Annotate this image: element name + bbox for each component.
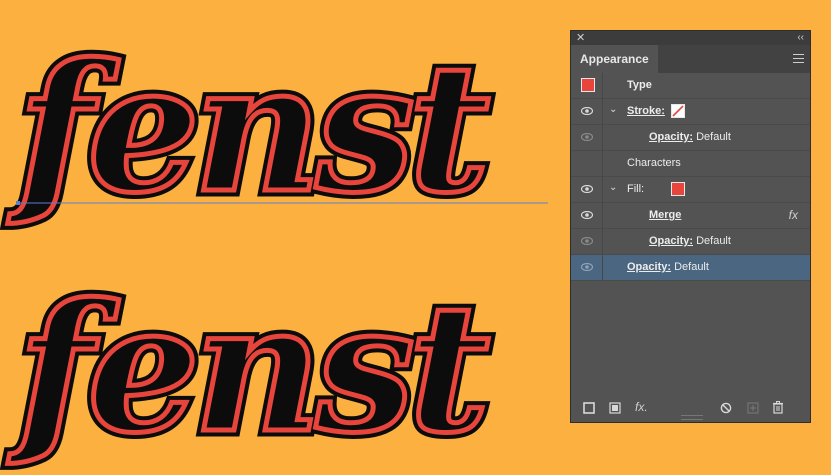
panel-title-bar[interactable]: ✕ ‹‹: [571, 31, 810, 45]
fill-opacity-field: Opacity: Default: [649, 235, 731, 247]
tab-appearance[interactable]: Appearance: [571, 45, 658, 73]
clear-appearance-icon[interactable]: [720, 402, 732, 414]
row-type-label: Type: [627, 79, 652, 91]
eye-icon[interactable]: [581, 107, 593, 115]
eye-icon[interactable]: [581, 211, 593, 219]
trash-icon[interactable]: [772, 401, 784, 414]
duplicate-item-icon[interactable]: [747, 402, 759, 414]
stroke-opacity-field: Opacity: Default: [649, 131, 731, 143]
chevron-down-icon[interactable]: ⌄: [609, 104, 617, 115]
row-fill[interactable]: ⌄ Fill:: [571, 177, 810, 203]
row-separator: [602, 151, 603, 176]
add-new-effect-icon[interactable]: fx.: [635, 400, 648, 414]
row-stroke-opacity[interactable]: Opacity: Default: [571, 125, 810, 151]
row-object-opacity[interactable]: Opacity: Default: [571, 255, 810, 281]
chevron-down-icon[interactable]: ⌄: [609, 182, 617, 193]
opacity-value: Default: [674, 261, 709, 273]
panel-footer: fx.: [571, 394, 810, 422]
add-new-stroke-icon[interactable]: [583, 402, 595, 414]
stroke-none-swatch[interactable]: [671, 104, 685, 118]
resize-grip[interactable]: [681, 415, 703, 420]
object-opacity-field: Opacity: Default: [627, 261, 709, 273]
appearance-list: Type ⌄ Stroke: Opacity: Default Characte…: [571, 73, 810, 281]
opacity-label[interactable]: Opacity:: [627, 261, 671, 273]
opacity-label[interactable]: Opacity:: [649, 131, 693, 143]
row-stroke[interactable]: ⌄ Stroke:: [571, 99, 810, 125]
row-separator: [602, 99, 603, 124]
fx-icon[interactable]: fx: [789, 208, 798, 222]
anchor-point[interactable]: [16, 201, 20, 205]
type-color-swatch[interactable]: [581, 78, 595, 92]
row-separator: [602, 255, 603, 280]
opacity-value: Default: [696, 131, 731, 143]
opacity-value: Default: [696, 235, 731, 247]
none-slash-icon: [672, 105, 684, 117]
row-fill-opacity[interactable]: Opacity: Default: [571, 229, 810, 255]
row-merge[interactable]: Merge fx: [571, 203, 810, 229]
eye-icon[interactable]: [581, 133, 593, 141]
eye-icon[interactable]: [581, 185, 593, 193]
eye-icon[interactable]: [581, 237, 593, 245]
row-stroke-label[interactable]: Stroke:: [627, 105, 665, 117]
eye-icon[interactable]: [581, 263, 593, 271]
row-separator: [602, 125, 603, 150]
row-separator: [602, 177, 603, 202]
row-type[interactable]: Type: [571, 73, 810, 99]
collapse-icon[interactable]: ‹‹: [797, 31, 804, 45]
row-separator: [602, 203, 603, 228]
artwork-canvas[interactable]: fenst fenst fenst fenst fenst fenst: [0, 0, 560, 475]
merge-effect-label[interactable]: Merge: [649, 209, 681, 221]
close-icon[interactable]: ✕: [576, 31, 585, 45]
panel-tab-bar: Appearance: [571, 45, 810, 73]
row-separator: [602, 73, 603, 98]
fill-color-swatch[interactable]: [671, 182, 685, 196]
opacity-label[interactable]: Opacity:: [649, 235, 693, 247]
row-characters-label: Characters: [627, 157, 681, 169]
row-fill-label[interactable]: Fill:: [627, 183, 644, 195]
artwork-word-bottom-inline: fenst: [7, 265, 489, 470]
artboard[interactable]: fenst fenst fenst fenst fenst fenst: [0, 0, 560, 475]
row-separator: [602, 229, 603, 254]
add-new-fill-icon[interactable]: [609, 402, 621, 414]
panel-menu-icon[interactable]: [793, 54, 804, 66]
appearance-panel: ✕ ‹‹ Appearance Type ⌄ Stroke: Opacity: …: [570, 30, 811, 423]
artwork-word-top-inline: fenst: [7, 25, 489, 232]
row-characters[interactable]: Characters: [571, 151, 810, 177]
